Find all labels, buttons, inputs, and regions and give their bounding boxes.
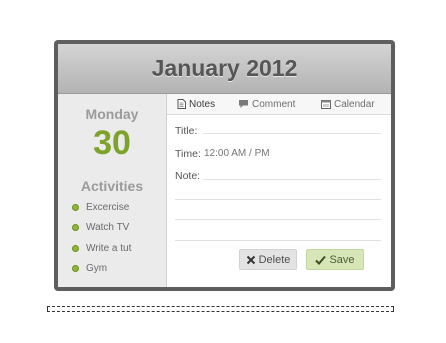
activity-item[interactable]: Watch TV bbox=[72, 218, 131, 239]
tab-label: Calendar bbox=[334, 98, 375, 110]
tab-calendar[interactable]: Calendar bbox=[321, 94, 375, 114]
document-icon bbox=[177, 99, 186, 109]
tab-label: Notes bbox=[189, 98, 216, 110]
note-line[interactable] bbox=[175, 199, 381, 200]
tab-comment[interactable]: Comment bbox=[238, 94, 295, 114]
speech-bubble-icon bbox=[239, 100, 248, 108]
save-button[interactable]: Save bbox=[306, 249, 364, 270]
activity-item[interactable]: Write a tut bbox=[72, 238, 131, 259]
calendar-widget: January 2012 Monday 30 Activities Excerc… bbox=[54, 40, 395, 291]
activities-list: Excercise Watch TV Write a tut Gym bbox=[72, 197, 131, 279]
time-label: Time: bbox=[175, 148, 201, 160]
activity-label: Gym bbox=[86, 263, 108, 275]
month-title: January 2012 bbox=[151, 55, 298, 81]
bullet-icon bbox=[72, 224, 79, 232]
activity-item[interactable]: Gym bbox=[72, 259, 131, 280]
tab-notes[interactable]: Notes bbox=[177, 94, 215, 114]
activity-item[interactable]: Excercise bbox=[72, 197, 131, 218]
note-panel: Notes Comment Calendar Title: Time: 12:0… bbox=[167, 94, 391, 287]
note-line[interactable] bbox=[203, 179, 381, 180]
delete-label: Delete bbox=[258, 253, 291, 266]
tab-bar: Notes Comment Calendar bbox=[167, 94, 391, 115]
activity-label: Excercise bbox=[86, 201, 130, 213]
month-header: January 2012 bbox=[58, 44, 391, 94]
activity-label: Watch TV bbox=[86, 222, 130, 234]
close-icon bbox=[246, 255, 255, 264]
note-line[interactable] bbox=[175, 240, 381, 241]
day-sidebar: Monday 30 Activities Excercise Watch TV … bbox=[58, 94, 167, 287]
bullet-icon bbox=[72, 265, 79, 273]
day-name: Monday bbox=[85, 106, 139, 122]
dashed-placeholder bbox=[47, 306, 394, 312]
day-number: 30 bbox=[93, 124, 131, 162]
title-field[interactable] bbox=[203, 133, 381, 134]
title-label: Title: bbox=[175, 125, 198, 137]
tab-label: Comment bbox=[252, 98, 296, 110]
bullet-icon bbox=[72, 244, 79, 252]
delete-button[interactable]: Delete bbox=[239, 249, 297, 270]
bullet-icon bbox=[72, 203, 79, 211]
checkmark-icon bbox=[315, 255, 327, 265]
time-input[interactable] bbox=[204, 148, 324, 159]
note-line[interactable] bbox=[175, 219, 381, 220]
note-label: Note: bbox=[175, 170, 201, 182]
activities-heading: Activities bbox=[80, 178, 144, 194]
calendar-icon bbox=[321, 100, 331, 109]
save-label: Save bbox=[329, 253, 355, 266]
activity-label: Write a tut bbox=[86, 242, 132, 254]
